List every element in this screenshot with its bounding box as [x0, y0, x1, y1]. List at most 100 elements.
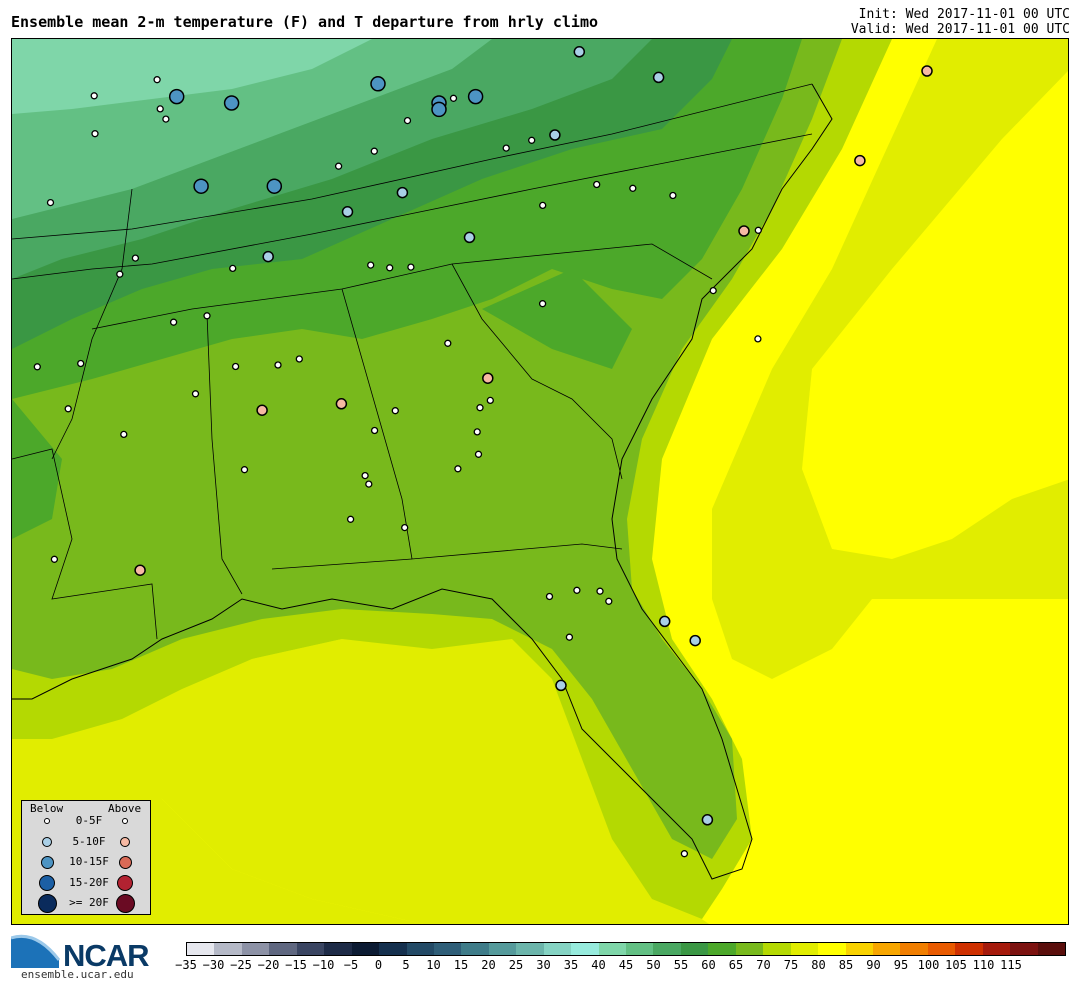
station-marker[interactable] [46, 198, 55, 207]
temperature-map[interactable] [12, 39, 1069, 925]
station-marker[interactable] [50, 555, 59, 563]
station-marker[interactable] [403, 116, 412, 125]
station-marker[interactable] [370, 426, 379, 435]
station-marker[interactable] [680, 850, 689, 858]
legend-row-label: 15-20F [69, 875, 109, 889]
station-marker[interactable] [754, 335, 762, 343]
colorbar-tick-label: −25 [230, 958, 252, 972]
station-marker[interactable] [274, 361, 282, 369]
colorbar-tick-label: −20 [257, 958, 280, 972]
station-marker[interactable] [539, 201, 547, 210]
station-marker[interactable] [658, 615, 671, 628]
legend-below-dot [42, 836, 52, 847]
station-marker[interactable] [401, 523, 409, 532]
station-marker[interactable] [854, 154, 866, 167]
station-marker[interactable] [295, 355, 303, 363]
station-marker[interactable] [256, 404, 268, 416]
colorbar-swatch [680, 943, 709, 955]
station-marker[interactable] [444, 339, 452, 347]
station-marker[interactable] [652, 71, 665, 84]
station-marker[interactable] [162, 115, 170, 123]
station-marker[interactable] [391, 407, 399, 415]
station-marker[interactable] [593, 180, 601, 189]
colorbar-swatch [763, 943, 791, 955]
station-marker[interactable] [229, 264, 237, 273]
station-marker[interactable] [463, 231, 476, 244]
colorbar-swatch [845, 943, 873, 955]
station-marker[interactable] [386, 264, 394, 272]
station-marker[interactable] [689, 634, 701, 647]
station-marker[interactable] [629, 184, 637, 192]
station-marker[interactable] [203, 312, 211, 320]
station-marker[interactable] [134, 564, 146, 576]
station-marker[interactable] [573, 46, 586, 58]
station-marker[interactable] [467, 88, 484, 105]
station-marker[interactable] [754, 226, 762, 234]
station-marker[interactable] [502, 144, 510, 152]
station-marker[interactable] [738, 225, 750, 237]
station-marker[interactable] [120, 430, 128, 439]
station-marker[interactable] [370, 147, 378, 155]
station-marker[interactable] [454, 465, 462, 473]
station-marker[interactable] [153, 76, 161, 84]
station-marker[interactable] [240, 466, 249, 474]
station-marker[interactable] [168, 88, 185, 105]
station-marker[interactable] [367, 261, 375, 269]
station-marker[interactable] [549, 129, 561, 141]
station-marker[interactable] [709, 286, 717, 295]
station-marker[interactable] [223, 95, 240, 111]
legend-below-dot [44, 818, 50, 824]
station-marker[interactable] [486, 396, 494, 405]
colorbar-swatch [241, 943, 270, 955]
station-marker[interactable] [565, 633, 574, 641]
colorbar-swatch [1037, 943, 1065, 955]
station-marker[interactable] [231, 362, 240, 371]
station-marker[interactable] [396, 186, 409, 199]
legend-row-label: 0-5F [75, 814, 103, 827]
station-marker[interactable] [545, 592, 554, 601]
station-marker[interactable] [90, 92, 98, 100]
station-marker[interactable] [449, 94, 458, 102]
station-marker[interactable] [365, 480, 373, 488]
station-marker[interactable] [266, 178, 283, 194]
station-marker[interactable] [538, 300, 547, 308]
station-marker[interactable] [116, 270, 124, 278]
station-marker[interactable] [921, 65, 933, 77]
station-marker[interactable] [482, 372, 494, 384]
colorbar-swatch [433, 943, 462, 955]
station-marker[interactable] [191, 390, 200, 398]
station-marker[interactable] [361, 471, 369, 480]
station-marker[interactable] [91, 130, 99, 138]
station-marker[interactable] [476, 404, 484, 412]
station-marker[interactable] [64, 405, 72, 413]
station-marker[interactable] [473, 428, 481, 436]
station-marker[interactable] [669, 191, 677, 200]
station-marker[interactable] [77, 359, 85, 368]
map-panel[interactable] [11, 38, 1069, 925]
station-marker[interactable] [407, 263, 415, 271]
colorbar-swatch [461, 943, 489, 955]
legend-row: >= 20F [22, 893, 152, 913]
station-marker[interactable] [33, 363, 41, 371]
station-marker[interactable] [370, 76, 386, 92]
colorbar-swatch [708, 943, 736, 955]
colorbar-tick-label: 40 [591, 958, 606, 972]
station-marker[interactable] [341, 206, 354, 218]
station-marker[interactable] [193, 178, 209, 194]
station-marker[interactable] [334, 162, 343, 170]
station-marker[interactable] [605, 597, 613, 605]
station-marker[interactable] [431, 101, 447, 118]
station-marker[interactable] [131, 254, 140, 262]
station-marker[interactable] [169, 318, 178, 326]
legend-below-dot [39, 874, 55, 891]
station-marker[interactable] [335, 398, 348, 410]
station-marker[interactable] [701, 814, 714, 826]
station-marker[interactable] [555, 679, 567, 692]
station-marker[interactable] [528, 136, 536, 144]
station-marker[interactable] [573, 586, 581, 594]
station-marker[interactable] [596, 587, 604, 595]
station-marker[interactable] [262, 250, 274, 263]
station-marker[interactable] [346, 515, 355, 523]
station-marker[interactable] [156, 105, 164, 113]
station-marker[interactable] [474, 450, 483, 458]
